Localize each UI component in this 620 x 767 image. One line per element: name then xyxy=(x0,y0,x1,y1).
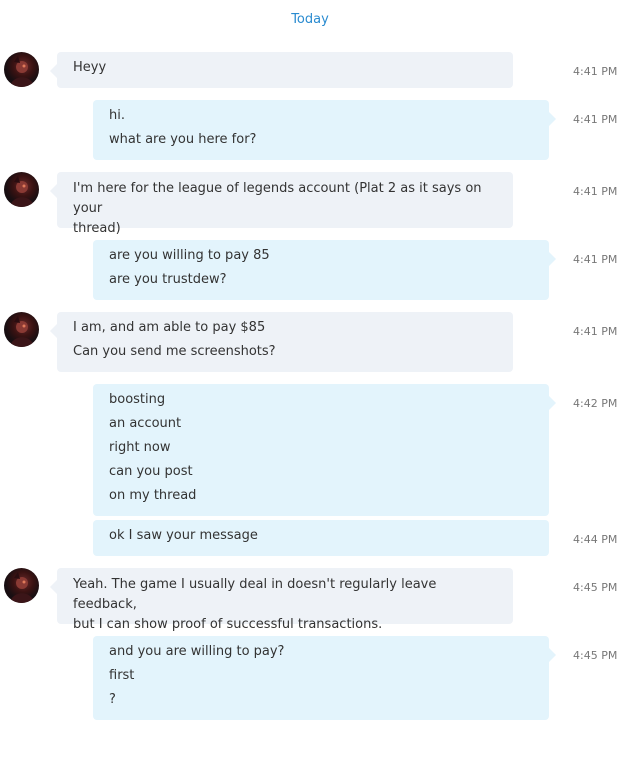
message-timestamp: 4:41 PM xyxy=(573,325,618,338)
message-text: on my thread xyxy=(109,488,197,503)
message-timestamp: 4:42 PM xyxy=(573,397,618,410)
message-text: thread) xyxy=(73,221,121,236)
message-text: I am, and am able to pay $85 xyxy=(73,320,266,335)
contact-avatar[interactable] xyxy=(4,312,39,347)
message-text: right now xyxy=(109,440,171,455)
message-bubble-outgoing[interactable]: boosting an account right now can you po… xyxy=(93,384,556,516)
message-bubble-incoming[interactable]: Yeah. The game I usually deal in doesn't… xyxy=(50,568,513,632)
message-text: what are you here for? xyxy=(109,132,257,147)
message-bubble-outgoing[interactable]: ok I saw your message xyxy=(93,520,549,556)
message-text: I'm here for the league of legends accou… xyxy=(73,181,482,216)
message-text: are you trustdew? xyxy=(109,272,227,287)
message-timestamp: 4:41 PM xyxy=(573,185,618,198)
message-timestamp: 4:41 PM xyxy=(573,113,618,126)
message-text: an account xyxy=(109,416,182,431)
message-text: Can you send me screenshots? xyxy=(73,344,276,359)
contact-avatar[interactable] xyxy=(4,52,39,87)
message-text: Yeah. The game I usually deal in doesn't… xyxy=(73,577,437,612)
message-text: are you willing to pay 85 xyxy=(109,248,270,263)
message-text: hi. xyxy=(109,108,125,123)
message-timestamp: 4:41 PM xyxy=(573,65,618,78)
message-text: first xyxy=(109,668,135,683)
message-text: Heyy xyxy=(73,60,107,75)
message-bubble-outgoing[interactable]: hi. what are you here for? xyxy=(93,100,556,160)
message-bubble-incoming[interactable]: I am, and am able to pay $85 Can you sen… xyxy=(50,312,513,372)
message-timestamp: 4:45 PM xyxy=(573,649,618,662)
message-bubble-outgoing[interactable]: are you willing to pay 85 are you trustd… xyxy=(93,240,556,300)
message-text: ? xyxy=(109,692,116,707)
date-separator: Today xyxy=(291,12,329,27)
message-timestamp: 4:44 PM xyxy=(573,533,618,546)
message-text: boosting xyxy=(109,392,166,407)
message-bubble-outgoing[interactable]: and you are willing to pay? first ? xyxy=(93,636,556,720)
message-bubble-incoming[interactable]: I'm here for the league of legends accou… xyxy=(50,172,513,236)
message-text: and you are willing to pay? xyxy=(109,644,285,659)
message-text: ok I saw your message xyxy=(109,528,258,543)
message-bubble-incoming[interactable]: Heyy xyxy=(50,52,513,88)
message-timestamp: 4:45 PM xyxy=(573,581,618,594)
contact-avatar[interactable] xyxy=(4,172,39,207)
contact-avatar[interactable] xyxy=(4,568,39,603)
message-text: but I can show proof of successful trans… xyxy=(73,617,383,632)
message-timestamp: 4:41 PM xyxy=(573,253,618,266)
message-text: can you post xyxy=(109,464,193,479)
